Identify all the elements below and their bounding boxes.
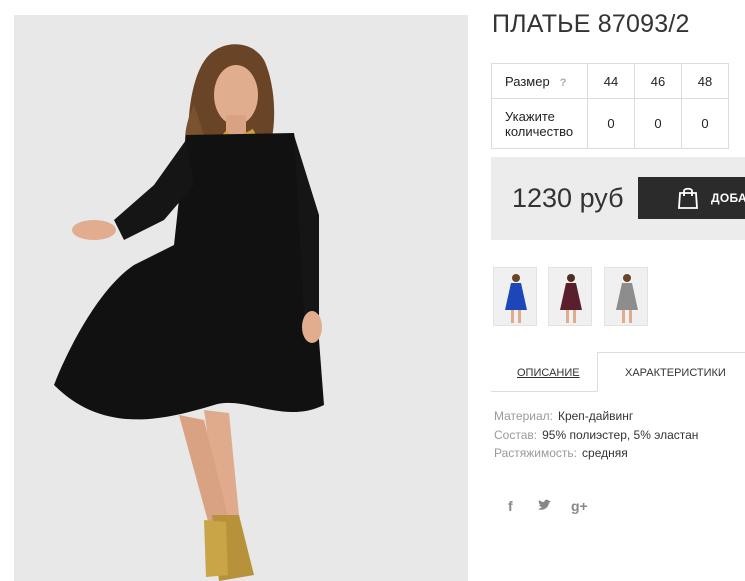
- shopping-bag-icon: [676, 186, 700, 215]
- thumbnail-blue-dress[interactable]: [493, 267, 537, 326]
- quantity-label-cell: Укажите количество: [491, 98, 588, 149]
- size-option[interactable]: 44: [587, 63, 635, 99]
- product-photo[interactable]: [14, 15, 468, 581]
- thumbnail-burgundy-dress[interactable]: [548, 267, 592, 326]
- add-to-cart-button[interactable]: ДОБАВИТЬ: [638, 177, 745, 219]
- size-label-cell: Размер?: [491, 63, 588, 99]
- spec-value: 95% полиэстер, 5% эластан: [542, 428, 699, 442]
- spec-row: Растяжимость: средняя: [494, 446, 628, 460]
- size-option[interactable]: 48: [681, 63, 729, 99]
- spec-key: Растяжимость:: [494, 446, 578, 460]
- spec-key: Материал:: [494, 409, 553, 423]
- spec-value: Креп-дайвинг: [557, 409, 634, 423]
- twitter-icon[interactable]: [538, 498, 552, 514]
- size-label: Размер: [505, 73, 550, 89]
- price: 1230 руб: [512, 183, 624, 213]
- size-option[interactable]: 46: [634, 63, 682, 99]
- price-box: 1230 руб ДОБАВИТЬ: [491, 157, 745, 240]
- product-title: ПЛАТЬЕ 87093/2: [492, 10, 690, 38]
- quantity-field[interactable]: 0: [681, 98, 729, 149]
- quantity-label: Укажите количество: [505, 108, 574, 139]
- google-plus-icon[interactable]: g+: [571, 498, 588, 514]
- spec-row: Состав: 95% полиэстер, 5% эластан: [494, 428, 698, 442]
- size-table: Размер? 44 46 48 Укажите количество 0 0 …: [491, 63, 729, 149]
- tab-characteristics[interactable]: Характеристики: [625, 367, 726, 379]
- spec-row: Материал: Креп-дайвинг: [494, 409, 633, 423]
- facebook-icon[interactable]: f: [508, 498, 513, 514]
- spec-value: средняя: [582, 446, 628, 460]
- spec-key: Состав:: [494, 428, 538, 442]
- quantity-field[interactable]: 0: [634, 98, 682, 149]
- thumbnail-grey-dress[interactable]: [604, 267, 648, 326]
- help-icon[interactable]: ?: [560, 77, 567, 89]
- quantity-field[interactable]: 0: [587, 98, 635, 149]
- add-to-cart-label: ДОБАВИТЬ: [711, 191, 745, 205]
- tab-description[interactable]: Описание: [517, 367, 580, 379]
